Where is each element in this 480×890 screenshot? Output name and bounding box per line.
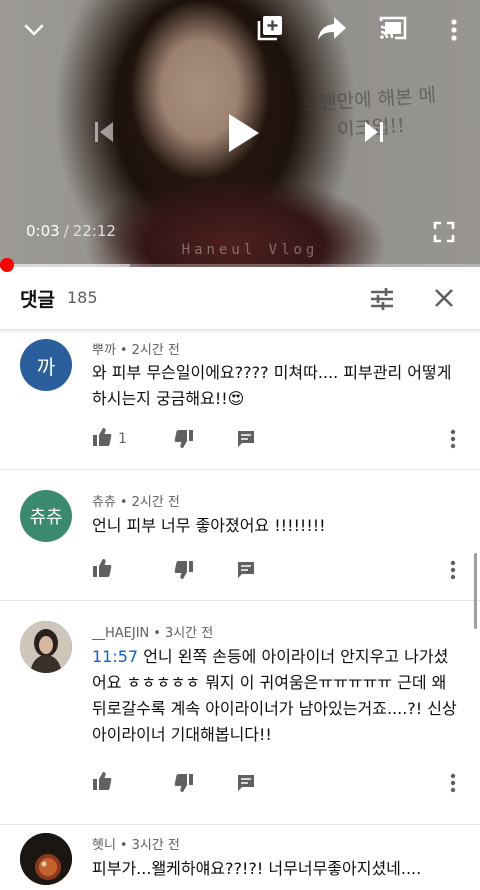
add-to-playlist-icon[interactable] <box>254 12 286 44</box>
video-player[interactable]: 오랜만에 해본 메이크업!! Haneul Vlog 0:03 / 22:12 <box>0 0 480 267</box>
comment-more-button[interactable] <box>450 560 456 584</box>
dislike-button[interactable] <box>174 429 194 453</box>
like-button[interactable] <box>92 771 112 795</box>
scrollbar-thumb[interactable] <box>474 553 477 629</box>
comment-text: 와 피부 무슨일이에요???? 미쳐따.... 피부관리 어떻게 하시는지 궁금… <box>92 363 452 408</box>
comment-text: 피부가...왤케하얘요??!?! 너무너무좋아지셨네.... <box>92 859 422 878</box>
thumbs-down-icon <box>174 429 194 453</box>
meta-dot: • <box>119 838 128 853</box>
comment-meta: 뿌까 • 2시간 전 <box>92 339 180 358</box>
avatar[interactable]: 츄츄 <box>20 490 72 542</box>
previous-video-icon[interactable] <box>86 114 122 150</box>
next-video-icon[interactable] <box>356 114 392 150</box>
current-time: 0:03 <box>26 222 60 240</box>
reply-comment-icon <box>236 560 256 584</box>
more-vert-icon <box>450 560 456 584</box>
avatar-initial: 츄츄 <box>29 507 63 528</box>
comment-more-button[interactable] <box>450 429 456 453</box>
share-icon[interactable] <box>314 12 350 44</box>
video-watermark: Haneul Vlog <box>181 242 319 258</box>
more-vert-icon <box>450 429 456 453</box>
cast-icon[interactable] <box>376 12 410 44</box>
avatar-photo <box>20 621 72 673</box>
comment-actions: 1 <box>92 427 468 451</box>
comment-author[interactable]: __HAEJIN <box>92 626 149 641</box>
comment-meta: 혯니 • 3시간 전 <box>92 834 180 853</box>
comment-author[interactable]: 혯니 <box>92 838 116 853</box>
comment-item: 혯니 • 3시간 전 피부가...왤케하얘요??!?! 너무너무좋아지셨네.... <box>0 825 480 890</box>
comment-time: 2시간 전 <box>131 495 180 510</box>
comments-title: 댓글 <box>20 289 55 311</box>
reply-button[interactable] <box>236 429 256 453</box>
comment-time: 3시간 전 <box>131 838 180 853</box>
comment-item: __HAEJIN • 3시간 전 11:57 언니 왼쪽 손등에 아이라이너 안지우… <box>0 601 480 825</box>
comment-list[interactable]: 까 뿌까 • 2시간 전 와 피부 무슨일이에요???? 미쳐따.... 피부관리 … <box>0 329 480 890</box>
progress-scrubber-handle[interactable] <box>0 258 14 272</box>
thumbs-up-icon <box>92 558 112 582</box>
comment-time: 3시간 전 <box>164 626 214 641</box>
comment-actions <box>92 771 468 795</box>
comment-text-body: 언니 왼쪽 손등에 아이라이너 안지우고 나가셨어요 ㅎㅎㅎㅎㅎ 뭐지 이 귀여… <box>92 647 457 744</box>
comment-meta: __HAEJIN • 3시간 전 <box>92 622 213 641</box>
avatar[interactable]: 까 <box>20 339 72 391</box>
comment-more-button[interactable] <box>450 773 456 797</box>
dislike-button[interactable] <box>174 773 194 797</box>
like-button[interactable] <box>92 558 112 582</box>
timestamp-link[interactable]: 11:57 <box>92 647 138 666</box>
thumbs-up-icon <box>92 427 112 451</box>
minimize-chevron-icon[interactable] <box>18 14 50 46</box>
comments-header: 댓글 185 <box>0 267 480 329</box>
avatar-initial: 까 <box>36 354 56 379</box>
comment-text: 언니 피부 너무 좋아졌어요 !!!!!!!! <box>92 516 326 535</box>
play-icon[interactable] <box>218 108 268 158</box>
time-separator: / <box>63 222 69 240</box>
comment-item: 까 뿌까 • 2시간 전 와 피부 무슨일이에요???? 미쳐따.... 피부관리 … <box>0 329 480 470</box>
reply-button[interactable] <box>236 560 256 584</box>
video-duration: 22:12 <box>72 222 116 240</box>
comment-item: 츄츄 츄츄 • 2시간 전 언니 피부 너무 좋아졌어요 !!!!!!!! <box>0 470 480 601</box>
comment-text: 11:57 언니 왼쪽 손등에 아이라이너 안지우고 나가셨어요 ㅎㅎㅎㅎㅎ 뭐… <box>92 644 462 748</box>
comments-count: 185 <box>67 288 98 307</box>
meta-dot: • <box>153 626 161 641</box>
thumbs-up-icon <box>92 771 112 795</box>
thumbs-down-icon <box>174 560 194 584</box>
sort-filter-icon[interactable] <box>368 285 396 313</box>
more-options-icon[interactable] <box>442 14 466 46</box>
comment-actions <box>92 558 468 582</box>
meta-dot: • <box>119 495 128 510</box>
avatar[interactable] <box>20 833 72 885</box>
like-button[interactable]: 1 <box>92 427 127 451</box>
reply-comment-icon <box>236 429 256 453</box>
more-vert-icon <box>450 773 456 797</box>
fullscreen-icon[interactable] <box>430 218 458 246</box>
reply-comment-icon <box>236 773 256 797</box>
comment-time: 2시간 전 <box>131 343 180 358</box>
comment-author[interactable]: 뿌까 <box>92 343 116 358</box>
avatar[interactable] <box>20 621 72 673</box>
like-count: 1 <box>118 431 127 447</box>
close-icon[interactable] <box>430 284 458 312</box>
time-display: 0:03/22:12 <box>26 222 116 240</box>
dislike-button[interactable] <box>174 560 194 584</box>
reply-button[interactable] <box>236 773 256 797</box>
meta-dot: • <box>119 343 128 358</box>
avatar-photo <box>20 833 72 885</box>
thumbs-down-icon <box>174 773 194 797</box>
comment-meta: 츄츄 • 2시간 전 <box>92 491 180 510</box>
comment-author[interactable]: 츄츄 <box>92 495 116 510</box>
